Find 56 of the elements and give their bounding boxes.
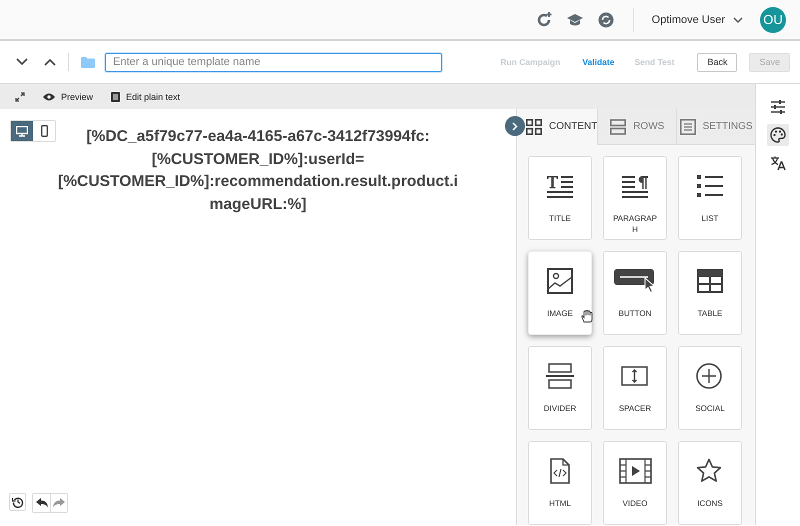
content-block[interactable]: BUTTON bbox=[603, 251, 667, 335]
content-block[interactable]: LIST bbox=[678, 156, 742, 240]
chevron-down-icon[interactable] bbox=[16, 58, 28, 66]
content-block[interactable]: ICONS bbox=[678, 441, 742, 525]
content-block[interactable]: DIVIDER bbox=[528, 346, 592, 430]
history-button[interactable] bbox=[9, 493, 26, 511]
content-block[interactable]: TABLE bbox=[678, 251, 742, 335]
merge-tag-text: [%DC_a5f79c77-ea4a-4165-a67c-3412f73994fc: [%CUSTOMER_ID%]:userId= [%CUSTOMER_ID%]:recommendation.result.product.i mageURL:%] bbox=[57, 127, 459, 214]
title-icon bbox=[546, 173, 574, 199]
rows-icon bbox=[610, 118, 626, 134]
edit-plain-text-button[interactable]: Edit plain text bbox=[111, 92, 180, 102]
grid-icon bbox=[526, 118, 542, 134]
user-menu[interactable]: Optimove User bbox=[652, 14, 743, 26]
redo-icon bbox=[53, 498, 65, 508]
divider-icon bbox=[545, 363, 575, 389]
history-icon bbox=[12, 496, 24, 508]
content-block[interactable]: HTML bbox=[528, 441, 592, 525]
translate-icon[interactable] bbox=[770, 155, 786, 171]
paragraph-icon bbox=[621, 173, 649, 199]
undo-icon bbox=[36, 498, 48, 508]
action-button[interactable]: Back bbox=[697, 52, 738, 72]
expand-icon[interactable] bbox=[15, 92, 25, 102]
film-play-icon bbox=[618, 458, 652, 484]
monitor-icon bbox=[16, 126, 28, 136]
user-avatar[interactable]: OU bbox=[760, 6, 786, 32]
content-block[interactable]: IMAGE bbox=[528, 251, 592, 335]
button-cursor-icon bbox=[614, 268, 656, 294]
content-block[interactable]: SOCIAL bbox=[678, 346, 742, 430]
content-block[interactable]: TITLE bbox=[528, 156, 592, 240]
sync-icon[interactable] bbox=[596, 10, 615, 28]
chevron-right-icon bbox=[512, 122, 518, 130]
eye-icon bbox=[43, 92, 55, 100]
hand-cursor-icon bbox=[581, 310, 593, 323]
list-icon bbox=[696, 173, 724, 199]
phone-icon bbox=[40, 125, 48, 137]
sliders-icon[interactable] bbox=[770, 99, 786, 115]
settings-icon bbox=[680, 118, 696, 134]
table-icon bbox=[696, 268, 724, 294]
content-block[interactable]: PARAGRAP H bbox=[603, 156, 667, 240]
star-icon bbox=[696, 458, 724, 484]
content-block[interactable]: VIDEO bbox=[603, 441, 667, 525]
template-name-field[interactable]: Enter a unique template name bbox=[105, 52, 442, 72]
preview-button[interactable]: Preview bbox=[43, 92, 94, 102]
content-block[interactable]: SPACER bbox=[603, 346, 667, 430]
panel-tab[interactable]: ROWS bbox=[597, 109, 676, 145]
chevron-up-icon[interactable] bbox=[44, 58, 56, 66]
document-icon bbox=[111, 92, 120, 102]
palette-icon[interactable] bbox=[770, 127, 786, 143]
collapse-panel-button[interactable] bbox=[505, 116, 525, 136]
plus-circle-icon bbox=[696, 363, 724, 389]
desktop-view-button[interactable] bbox=[11, 121, 33, 141]
refresh-plus-icon[interactable] bbox=[534, 10, 553, 28]
image-icon bbox=[546, 268, 574, 294]
chevron-down-icon bbox=[733, 16, 743, 22]
panel-tab[interactable]: SETTINGS bbox=[676, 109, 755, 145]
undo-button[interactable] bbox=[33, 494, 50, 512]
